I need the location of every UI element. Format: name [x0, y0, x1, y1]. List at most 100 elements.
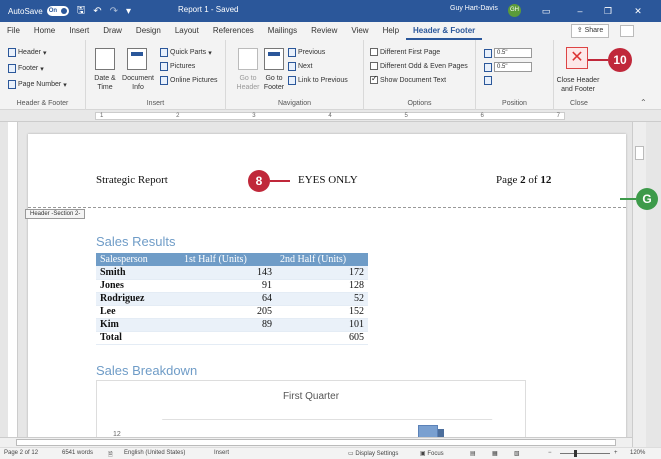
- table-cell: 143: [180, 266, 276, 280]
- share-icon: ⇪: [576, 27, 585, 34]
- tab-insert[interactable]: Insert: [62, 24, 96, 40]
- header-page-number[interactable]: Page 2 of 12: [496, 174, 551, 186]
- header-from-top-icon: [484, 48, 492, 58]
- show-document-text-checkbox[interactable]: Show Document Text: [370, 74, 446, 84]
- redo-icon[interactable]: ↷: [110, 6, 118, 17]
- next-button[interactable]: Next: [288, 62, 312, 71]
- autosave-control[interactable]: AutoSave On: [8, 6, 69, 16]
- header-center-text[interactable]: EYES ONLY: [298, 174, 358, 186]
- show-document-text-box[interactable]: [370, 74, 378, 84]
- undo-icon[interactable]: ↶: [93, 6, 101, 17]
- user-name[interactable]: Guy Hart-Davis: [450, 5, 498, 12]
- minimize-button[interactable]: –: [566, 0, 594, 22]
- zoom-level[interactable]: 120%: [630, 450, 645, 456]
- horizontal-scroll-thumb[interactable]: [16, 439, 616, 446]
- different-odd-even-checkbox[interactable]: Different Odd & Even Pages: [370, 62, 468, 70]
- table-cell: Rodriguez: [96, 292, 180, 306]
- ruler-scale: 1 2 3 4 5 6 7: [95, 112, 565, 120]
- autosave-label: AutoSave: [8, 6, 43, 16]
- quick-parts-button[interactable]: Quick Parts ▾: [160, 48, 212, 57]
- go-to-header-icon: [238, 48, 258, 70]
- language-status[interactable]: English (United States): [124, 450, 185, 456]
- callout-8-badge: 8: [248, 170, 270, 192]
- horizontal-ruler[interactable]: 1 2 3 4 5 6 7: [0, 110, 661, 122]
- page-number-button[interactable]: Page Number ▾: [8, 80, 67, 89]
- document-info-button[interactable]: Document Info: [118, 74, 158, 92]
- date-time-icon[interactable]: [95, 48, 115, 70]
- autosave-toggle[interactable]: On: [46, 6, 69, 16]
- footer-from-bottom-input[interactable]: 0.5": [494, 62, 532, 72]
- comments-button[interactable]: [620, 25, 634, 37]
- footer-position-field[interactable]: 0.5": [484, 62, 532, 72]
- ribbon-display-options-icon[interactable]: ▭: [532, 0, 560, 22]
- group-label-options: Options: [407, 100, 432, 107]
- tab-design[interactable]: Design: [129, 24, 168, 40]
- zoom-slider[interactable]: [560, 453, 610, 454]
- group-navigation: Go to Header Go to Footer Previous Next …: [226, 40, 364, 110]
- go-to-footer-button[interactable]: Go to Footer: [258, 74, 290, 92]
- ribbon-tabs: File Home Insert Draw Design Layout Refe…: [0, 22, 661, 40]
- vertical-scroll-thumb[interactable]: [635, 146, 644, 160]
- document-info-icon[interactable]: [127, 48, 147, 70]
- header-label: Header: [18, 49, 41, 56]
- different-first-page-checkbox[interactable]: Different First Page: [370, 48, 440, 56]
- word-count-status[interactable]: 6541 words: [62, 450, 93, 456]
- close-header-footer-icon[interactable]: ✕: [566, 47, 588, 69]
- tab-help[interactable]: Help: [376, 24, 406, 40]
- table-row: Kim 89 101: [96, 318, 368, 332]
- header-position-field[interactable]: 0.5": [484, 48, 532, 58]
- header-left-text[interactable]: Strategic Report: [96, 174, 168, 186]
- group-label-close: Close: [570, 100, 588, 107]
- avatar[interactable]: GH: [508, 4, 521, 17]
- tab-review[interactable]: Review: [304, 24, 344, 40]
- proofing-icon[interactable]: 🗎: [108, 450, 113, 459]
- read-mode-icon[interactable]: ▤: [470, 450, 476, 457]
- pictures-button[interactable]: Pictures: [160, 62, 195, 71]
- header-from-top-input[interactable]: 0.5": [494, 48, 532, 58]
- tab-view[interactable]: View: [344, 24, 375, 40]
- share-button[interactable]: ⇪ Share: [571, 24, 609, 38]
- tab-draw[interactable]: Draw: [96, 24, 129, 40]
- tab-header-footer[interactable]: Header & Footer: [406, 24, 483, 40]
- close-header-footer-button[interactable]: Close Header and Footer: [552, 76, 604, 94]
- customize-quick-access-icon[interactable]: ▾: [126, 6, 131, 17]
- insert-alignment-tab-button[interactable]: [484, 76, 492, 85]
- table-row: Jones 91 128: [96, 279, 368, 293]
- document-page[interactable]: Strategic Report EYES ONLY Page 2 of 12 …: [25, 134, 626, 450]
- online-pictures-icon: [160, 76, 168, 85]
- tab-file[interactable]: File: [0, 24, 27, 40]
- display-settings-button[interactable]: ▭ Display Settings: [348, 450, 398, 457]
- tab-layout[interactable]: Layout: [168, 24, 206, 40]
- date-time-button[interactable]: Date & Time: [88, 74, 122, 92]
- print-layout-icon[interactable]: ▦: [492, 450, 498, 457]
- tab-mailings[interactable]: Mailings: [261, 24, 304, 40]
- different-first-page-box[interactable]: [370, 48, 378, 56]
- online-pictures-button[interactable]: Online Pictures: [160, 76, 217, 85]
- web-layout-icon[interactable]: ▧: [514, 450, 520, 457]
- save-icon[interactable]: 🖫: [77, 3, 86, 20]
- focus-button[interactable]: ▣ Focus: [420, 450, 444, 457]
- tab-home[interactable]: Home: [27, 24, 62, 40]
- zoom-slider-knob[interactable]: [574, 450, 577, 457]
- vertical-scrollbar[interactable]: [632, 122, 646, 447]
- close-window-button[interactable]: ✕: [624, 0, 652, 22]
- collapse-ribbon-icon[interactable]: ⌃: [640, 98, 647, 107]
- zoom-in-button[interactable]: +: [614, 450, 618, 456]
- ruler-mark: 7: [556, 113, 560, 119]
- maximize-button[interactable]: ❐: [594, 0, 622, 22]
- tab-references[interactable]: References: [206, 24, 261, 40]
- insert-mode-status[interactable]: Insert: [214, 450, 229, 456]
- focus-label: Focus: [427, 451, 444, 457]
- group-header-footer: Header ▾ Footer ▾ Page Number ▾ Header &…: [0, 40, 86, 110]
- footer-button[interactable]: Footer ▾: [8, 64, 44, 73]
- document-title[interactable]: Report 1 - Saved: [178, 5, 238, 14]
- page-count-status[interactable]: Page 2 of 12: [4, 450, 38, 456]
- previous-button[interactable]: Previous: [288, 48, 325, 57]
- ruler-mark: 3: [252, 113, 256, 119]
- different-odd-even-box[interactable]: [370, 62, 378, 70]
- horizontal-scrollbar[interactable]: [0, 437, 632, 447]
- vertical-ruler[interactable]: [8, 122, 18, 447]
- link-to-previous-button[interactable]: Link to Previous: [288, 76, 348, 85]
- header-button[interactable]: Header ▾: [8, 48, 46, 57]
- zoom-out-button[interactable]: −: [548, 450, 552, 456]
